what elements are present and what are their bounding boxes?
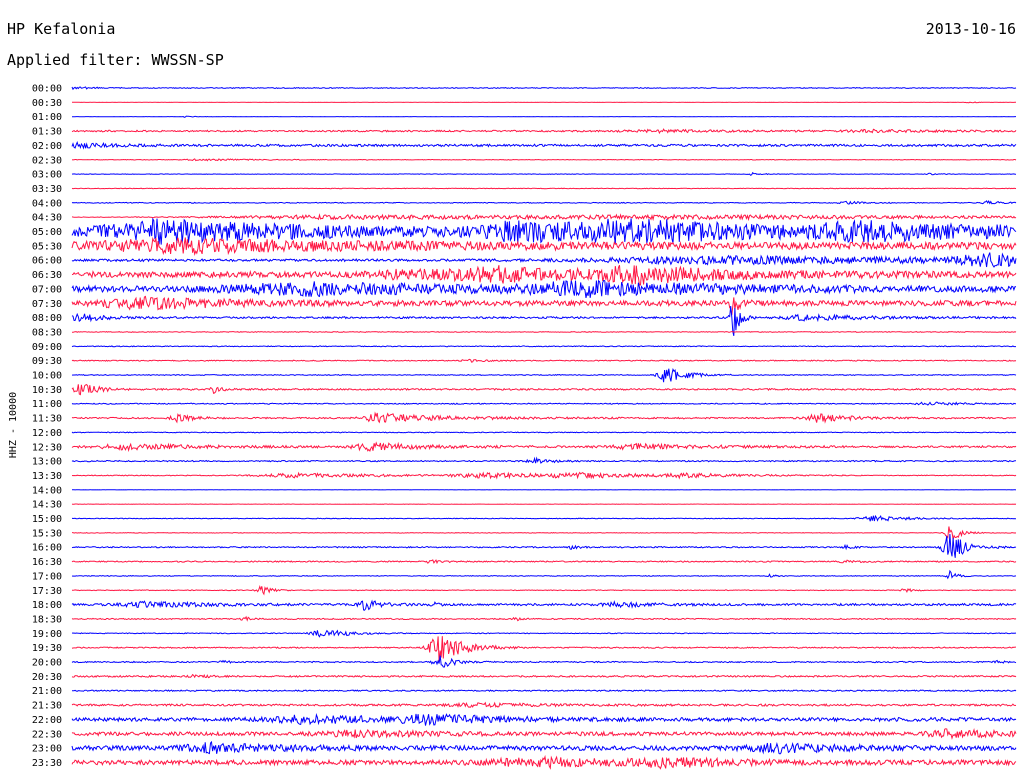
- time-tick-label: 08:00: [32, 313, 62, 324]
- trace-line-0930: [71, 358, 1017, 363]
- time-tick-label: 14:30: [32, 500, 62, 511]
- trace-line-0530: [71, 236, 1017, 256]
- time-tick-label: 08:30: [32, 327, 62, 338]
- trace-line-1530: [72, 526, 1017, 540]
- trace-line-1300: [71, 456, 1017, 464]
- time-tick-label: 12:30: [32, 442, 62, 453]
- time-tick-label: 11:00: [32, 399, 62, 410]
- time-tick-label: 14:00: [32, 485, 62, 496]
- time-tick-label: 05:30: [32, 241, 62, 252]
- trace-line-0630: [71, 264, 1017, 286]
- time-tick-label: 01:00: [32, 112, 62, 123]
- time-tick-label: 06:00: [32, 256, 62, 267]
- time-tick-label: 04:00: [32, 198, 62, 209]
- time-tick-label: 22:30: [32, 729, 62, 740]
- trace-line-0330: [71, 187, 1017, 190]
- trace-line-1730: [71, 585, 1016, 596]
- trace-line-0230: [71, 158, 1017, 162]
- time-tick-label: 11:30: [32, 414, 62, 425]
- time-tick-label: 20:30: [32, 672, 62, 683]
- trace-line-1800: [71, 599, 1017, 611]
- time-tick-label: 03:30: [32, 184, 62, 195]
- trace-line-0500: [71, 217, 1017, 245]
- trace-line-1830: [71, 615, 1017, 622]
- time-tick-label: 20:00: [32, 658, 62, 669]
- time-tick-label: 23:30: [32, 758, 62, 769]
- trace-line-1900: [71, 629, 1017, 638]
- trace-line-0100: [72, 115, 1016, 118]
- time-tick-label: 16:00: [32, 543, 62, 554]
- time-tick-label: 03:00: [32, 170, 62, 181]
- trace-line-2200: [71, 713, 1017, 726]
- time-tick-label: 00:30: [32, 98, 62, 109]
- time-tick-label: 15:00: [32, 514, 62, 525]
- trace-line-1600: [71, 533, 1017, 558]
- helicorder-plot: HHZ - 10000 00:00 00:30 01:00 01:30 02:00 02:…: [8, 84, 1017, 770]
- time-tick-label: 07:30: [32, 299, 62, 310]
- trace-line-1500: [71, 514, 1017, 522]
- trace-line-1630: [71, 559, 1017, 565]
- trace-line-0600: [71, 252, 1017, 268]
- time-tick-label: 16:30: [32, 557, 62, 568]
- trace-line-0030: [72, 101, 1016, 104]
- time-tick-label: 18:30: [32, 614, 62, 625]
- trace-line-1930: [71, 636, 1016, 662]
- trace-line-2230: [71, 727, 1017, 740]
- trace-line-1700: [71, 569, 1017, 580]
- trace-line-0900: [71, 345, 1016, 348]
- time-tick-label: 02:30: [32, 155, 62, 166]
- trace-line-1200: [71, 431, 1017, 434]
- trace-line-1130: [71, 411, 1017, 424]
- trace-line-0200: [71, 140, 1017, 150]
- y-axis-label: HHZ - 10000: [8, 392, 19, 458]
- time-tick-label: 13:30: [32, 471, 62, 482]
- time-tick-label: 17:30: [32, 586, 62, 597]
- trace-line-0300: [71, 171, 1017, 176]
- time-tick-label: 02:00: [32, 141, 62, 152]
- trace-line-2300: [71, 740, 1017, 755]
- time-tick-label: 19:00: [32, 629, 62, 640]
- time-tick-label: 05:00: [32, 227, 62, 238]
- time-tick-label: 10:00: [32, 371, 62, 382]
- time-tick-label: 17:00: [32, 571, 62, 582]
- time-tick-label: 21:30: [32, 701, 62, 712]
- trace-line-1230: [71, 441, 1017, 453]
- time-tick-label: 21:00: [32, 686, 62, 697]
- trace-line-0130: [71, 128, 1017, 135]
- trace-line-1100: [71, 401, 1017, 406]
- time-tick-group: 00:00 00:30 01:00 01:30 02:00 02:30 03:00 03:30…: [32, 84, 62, 769]
- time-tick-label: 07:00: [32, 284, 62, 295]
- time-tick-label: 23:00: [32, 744, 62, 755]
- trace-line-2330: [71, 754, 1017, 770]
- time-tick-label: 06:30: [32, 270, 62, 281]
- time-tick-label: 04:30: [32, 213, 62, 224]
- trace-line-1030: [71, 384, 1017, 396]
- time-tick-label: 15:30: [32, 528, 62, 539]
- trace-line-1000: [71, 368, 1017, 383]
- trace-line-0730: [71, 295, 1017, 316]
- trace-line-2030: [71, 673, 1017, 679]
- trace-line-0000: [71, 86, 1017, 91]
- time-tick-label: 01:30: [32, 127, 62, 138]
- trace-line-2130: [71, 701, 1017, 708]
- trace-line-0700: [71, 279, 1017, 298]
- time-tick-label: 00:00: [32, 84, 62, 95]
- trace-line-0430: [71, 213, 1017, 222]
- time-tick-label: 18:00: [32, 600, 62, 611]
- time-tick-label: 22:00: [32, 715, 62, 726]
- trace-line-0400: [71, 200, 1017, 205]
- time-tick-label: 13:00: [32, 457, 62, 468]
- time-tick-label: 09:30: [32, 356, 62, 367]
- trace-line-2000: [71, 655, 1017, 668]
- trace-group: [71, 86, 1017, 770]
- time-tick-label: 12:00: [32, 428, 62, 439]
- trace-line-0830: [71, 331, 1017, 333]
- time-tick-label: 19:30: [32, 643, 62, 654]
- time-tick-label: 10:30: [32, 385, 62, 396]
- time-tick-label: 09:00: [32, 342, 62, 353]
- trace-line-2100: [72, 689, 1017, 693]
- trace-line-1330: [71, 471, 1017, 480]
